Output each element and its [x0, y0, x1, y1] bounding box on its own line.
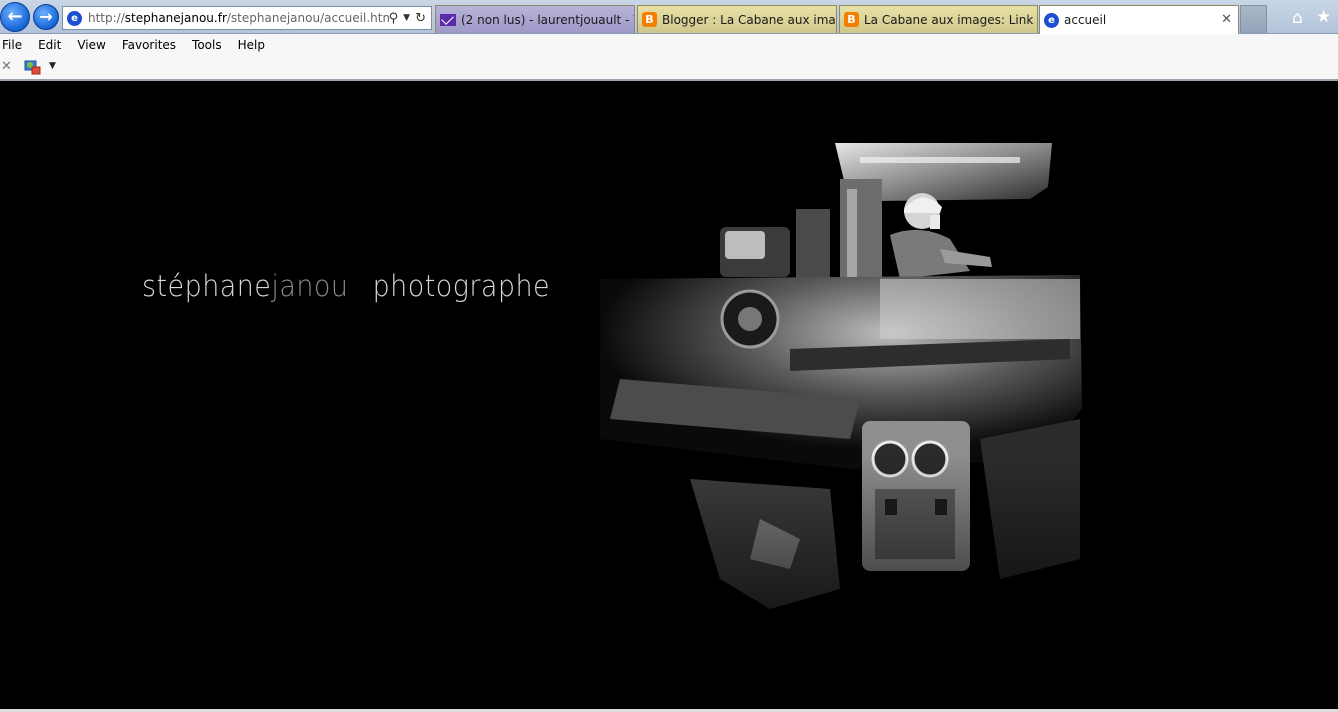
new-tab-button[interactable]	[1240, 5, 1267, 33]
browser-toolbar: ← → e http://stephanejanou.fr/stephaneja…	[0, 0, 1338, 34]
ie-page-icon: e	[1044, 12, 1059, 28]
tab-mail[interactable]: (2 non lus) - laurentjouault - Y...	[435, 5, 635, 33]
star-icon[interactable]: ★	[1316, 7, 1331, 27]
menu-help[interactable]: Help	[230, 38, 273, 52]
url-text[interactable]: http://stephanejanou.fr/stephanejanou/ac…	[88, 11, 389, 25]
tab-blogger[interactable]: B Blogger : La Cabane aux image...	[637, 5, 837, 33]
url-scheme: http://	[88, 11, 125, 25]
close-icon[interactable]: ✕	[1221, 12, 1232, 27]
forward-button[interactable]: →	[33, 4, 59, 30]
back-button[interactable]: ←	[0, 2, 30, 32]
home-icon[interactable]: ⌂	[1292, 8, 1303, 28]
tab-accueil[interactable]: e accueil ✕	[1039, 5, 1239, 34]
tab-cabane[interactable]: B La Cabane aux images: Link / li...	[839, 5, 1038, 33]
menu-view[interactable]: View	[69, 38, 113, 52]
menu-favorites[interactable]: Favorites	[114, 38, 184, 52]
url-host: stephanejanou.fr	[124, 11, 227, 25]
ie-page-icon: e	[67, 10, 82, 26]
tab-label: (2 non lus) - laurentjouault - Y...	[461, 12, 634, 27]
command-bar: ✕ ▼	[0, 56, 1338, 81]
close-icon[interactable]: ✕	[1, 59, 12, 74]
hero-photo	[600, 139, 1085, 709]
address-bar[interactable]: e http://stephanejanou.fr/stephanejanou/…	[62, 6, 432, 30]
tab-label: Blogger : La Cabane aux image...	[662, 12, 836, 27]
tab-label: La Cabane aux images: Link / li...	[864, 12, 1037, 27]
web-page: stéphanejanou photographe	[0, 83, 1338, 709]
menu-bar: File Edit View Favorites Tools Help	[0, 34, 1338, 56]
site-title-last-name: janou	[271, 269, 349, 303]
blogger-icon: B	[642, 12, 657, 27]
refresh-icon[interactable]: ↻	[415, 11, 426, 26]
chevron-down-icon[interactable]: ▼	[403, 13, 410, 23]
site-title: stéphanejanou photographe	[142, 269, 550, 303]
menu-file[interactable]: File	[0, 38, 30, 52]
url-path: /stephanejanou/accueil.html	[226, 11, 389, 25]
blogger-icon: B	[844, 12, 859, 27]
mail-icon	[440, 13, 456, 26]
site-title-first-name: stéphane	[142, 269, 272, 303]
site-title-profession: photographe	[372, 269, 551, 303]
menu-tools[interactable]: Tools	[184, 38, 230, 52]
addon-icon[interactable]	[24, 60, 41, 75]
tab-label: accueil	[1064, 13, 1107, 27]
menu-edit[interactable]: Edit	[30, 38, 69, 52]
dropdown-arrow-icon[interactable]: ▼	[49, 61, 56, 71]
search-icon[interactable]: ⚲	[389, 11, 399, 26]
